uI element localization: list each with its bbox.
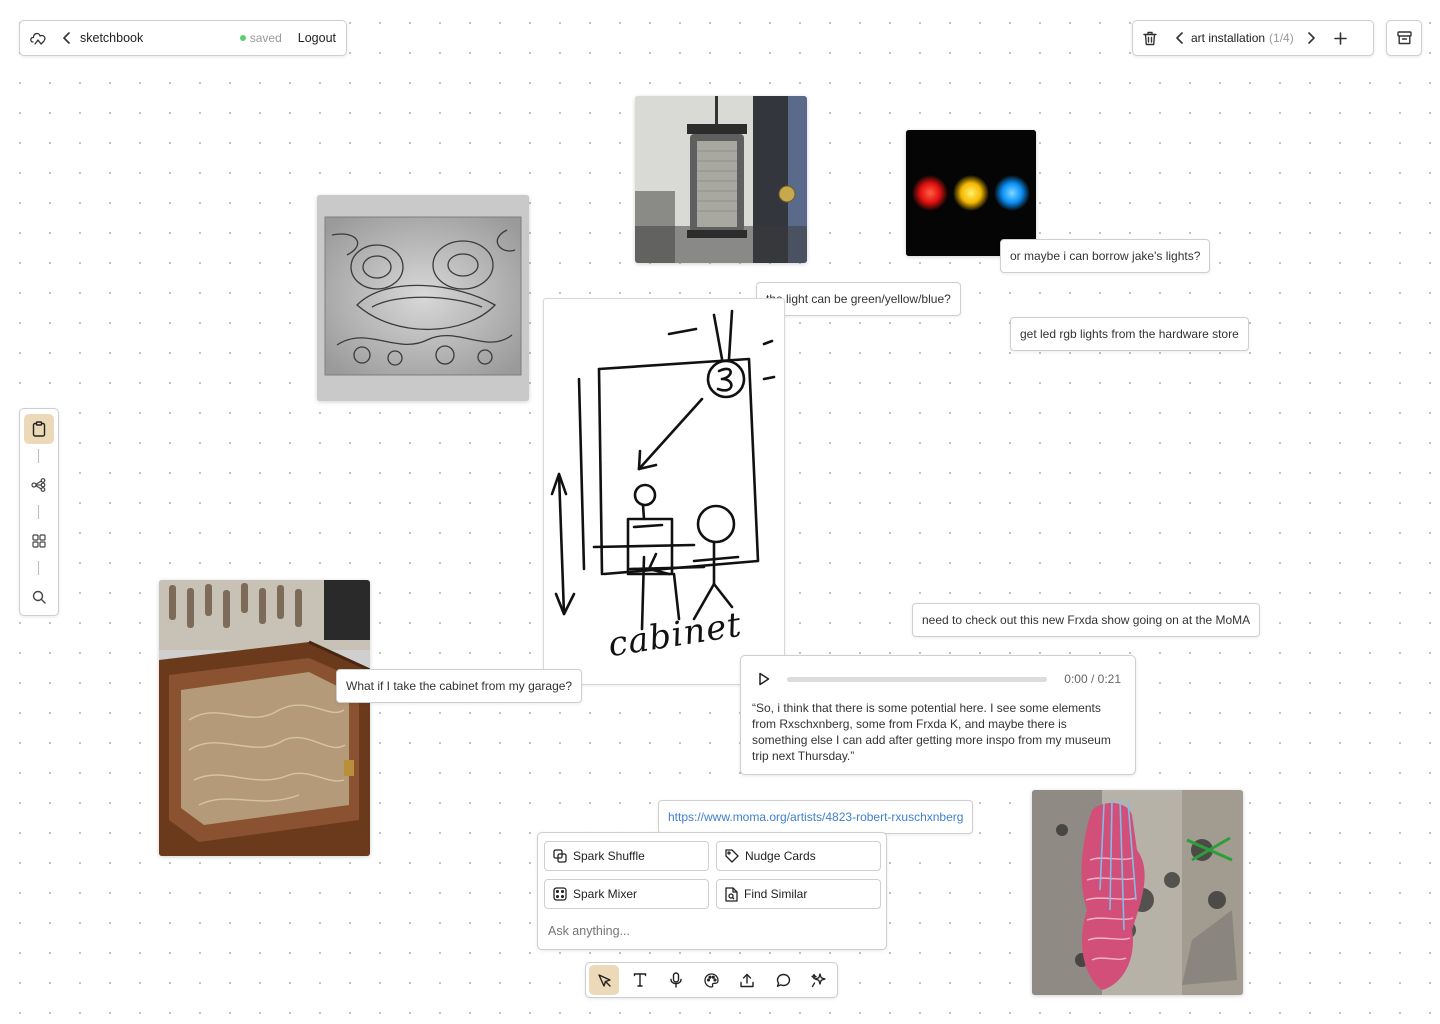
nudge-cards-label: Nudge Cards [745, 849, 816, 863]
trash-icon[interactable] [1143, 31, 1157, 46]
upload-icon [740, 973, 755, 988]
search-button[interactable] [25, 583, 53, 611]
note-light-colors[interactable]: the light can be green/yellow/blue? [756, 282, 961, 316]
spark-mixer-label: Spark Mixer [573, 887, 638, 901]
rail-divider [38, 449, 39, 463]
note-borrow-lights[interactable]: or maybe i can borrow jake's lights? [1000, 239, 1211, 273]
chevron-left-icon[interactable] [1175, 32, 1185, 44]
save-status-dot [239, 35, 246, 41]
etching-image[interactable] [317, 195, 529, 401]
spark-shuffle-label: Spark Shuffle [573, 849, 645, 863]
cloud-hand-icon[interactable] [29, 29, 49, 47]
node-graph-icon [31, 478, 47, 492]
spark-mixer-button[interactable]: Spark Mixer [544, 879, 709, 909]
sparkle-icon [811, 972, 827, 988]
rail-divider [38, 505, 39, 519]
chevron-right-icon[interactable] [1306, 32, 1316, 44]
project-name[interactable]: sketchbook [80, 31, 143, 45]
audio-card: 0:00 / 0:21 “So, i think that there is s… [740, 655, 1136, 775]
spark-shuffle-button[interactable]: Spark Shuffle [544, 841, 709, 871]
lantern-photo[interactable] [635, 96, 807, 263]
find-similar-button[interactable]: Find Similar [716, 879, 881, 909]
board-counter: (1/4) [1269, 31, 1294, 45]
nudge-cards-button[interactable]: Nudge Cards [716, 841, 881, 871]
file-search-icon [725, 886, 738, 902]
palette-tool[interactable] [696, 965, 726, 995]
sparkle-tool[interactable] [804, 965, 834, 995]
pointer-tool[interactable] [589, 965, 619, 995]
comment-icon [776, 973, 791, 988]
grid-button[interactable] [25, 527, 53, 555]
audio-progress-track[interactable] [787, 677, 1047, 682]
save-status-label: saved [249, 31, 282, 45]
board-title[interactable]: art installation [1191, 31, 1265, 45]
microphone-icon [669, 972, 682, 988]
grid-icon [32, 534, 46, 548]
plus-icon[interactable] [1333, 31, 1347, 45]
collage-artwork[interactable] [1032, 790, 1243, 995]
comment-tool[interactable] [768, 965, 798, 995]
ask-anything-input[interactable] [546, 919, 870, 943]
note-frxda-show[interactable]: need to check out this new Frxda show go… [912, 603, 1261, 637]
moma-link[interactable]: https://www.moma.org/artists/4823-robert… [658, 800, 974, 834]
shuffle-icon [553, 849, 567, 863]
dice-icon [553, 887, 567, 901]
chevron-left-icon[interactable] [62, 32, 72, 44]
tag-icon [725, 849, 739, 863]
bottom-toolbar [585, 962, 838, 998]
ai-panel: Spark Shuffle Nudge Cards Spark Mixer Fi… [537, 832, 887, 950]
audio-time: 0:00 / 0:21 [1064, 672, 1121, 686]
node-graph-button[interactable] [25, 471, 53, 499]
moss-box-photo[interactable] [159, 580, 370, 856]
note-cabinet-question[interactable]: What if I take the cabinet from my garag… [336, 669, 583, 703]
microphone-tool[interactable] [661, 965, 691, 995]
board-nav: art installation (1/4) [1132, 20, 1374, 56]
audio-transcript: “So, i think that there is some potentia… [752, 701, 1111, 763]
logout-button[interactable]: Logout [298, 31, 336, 45]
cabinet-sketch[interactable]: cabinet [543, 298, 785, 685]
left-rail [19, 408, 59, 616]
text-icon [633, 973, 647, 987]
archive-button[interactable] [1386, 20, 1422, 56]
find-similar-label: Find Similar [744, 887, 808, 901]
upload-tool[interactable] [732, 965, 762, 995]
project-header: sketchbook saved Logout [19, 20, 347, 56]
text-tool[interactable] [625, 965, 655, 995]
pointer-icon [597, 973, 612, 988]
search-icon [32, 590, 46, 604]
archive-icon [1396, 31, 1412, 45]
clipboard-button[interactable] [24, 414, 54, 444]
save-status: saved [239, 31, 282, 45]
rail-divider [38, 561, 39, 575]
palette-icon [704, 972, 719, 988]
rgb-lights-photo[interactable] [906, 130, 1036, 256]
note-led-rgb[interactable]: get led rgb lights from the hardware sto… [1010, 317, 1249, 351]
play-icon[interactable] [758, 672, 770, 686]
clipboard-icon [32, 421, 46, 437]
